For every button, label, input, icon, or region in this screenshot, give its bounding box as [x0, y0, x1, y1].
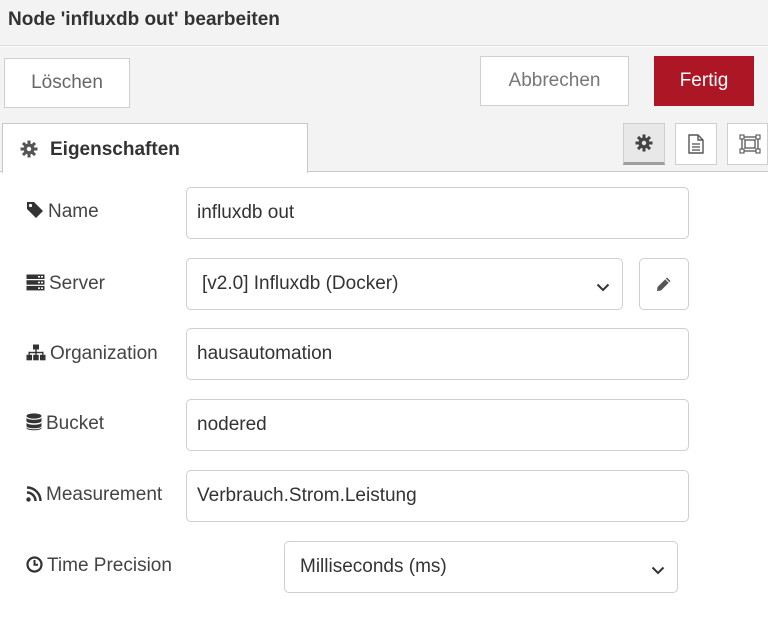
server-label: Server [26, 273, 105, 295]
cancel-button[interactable]: Abbrechen [480, 56, 629, 106]
dialog-titlebar: Node 'influxdb out' bearbeiten [0, 0, 768, 46]
tag-icon [27, 202, 43, 218]
organization-input[interactable] [186, 328, 689, 380]
clock-icon [26, 556, 43, 573]
dialog-title: Node 'influxdb out' bearbeiten [8, 9, 280, 30]
tab-properties[interactable]: Eigenschaften [2, 123, 308, 173]
time-precision-select-value: Milliseconds (ms) [300, 556, 447, 577]
delete-button[interactable]: Löschen [4, 58, 130, 108]
server-icon [26, 274, 45, 291]
dialog-toolbar: Löschen Abbrechen Fertig [0, 47, 768, 118]
bucket-input[interactable] [186, 399, 689, 451]
sitemap-icon [26, 344, 46, 361]
bucket-label: Bucket [26, 413, 104, 435]
rss-icon [26, 486, 42, 502]
done-button[interactable]: Fertig [654, 56, 754, 106]
time-precision-select[interactable]: Milliseconds (ms) [284, 541, 678, 593]
server-select[interactable]: [v2.0] Influxdb (Docker) [186, 258, 623, 310]
server-select-value: [v2.0] Influxdb (Docker) [202, 273, 399, 294]
tab-button-properties[interactable] [623, 123, 665, 165]
name-input[interactable] [186, 187, 689, 239]
measurement-input[interactable] [186, 470, 689, 522]
gear-icon [20, 140, 38, 158]
organization-label: Organization [26, 343, 158, 365]
tab-bar: Eigenschaften [0, 118, 768, 173]
chevron-down-icon [596, 279, 610, 297]
edit-server-button[interactable] [639, 258, 689, 310]
measurement-label: Measurement [26, 484, 162, 506]
time-precision-label: Time Precision [26, 555, 172, 577]
tab-properties-label: Eigenschaften [50, 139, 180, 160]
tab-button-appearance[interactable] [727, 123, 768, 165]
tab-button-description[interactable] [675, 123, 717, 165]
name-label: Name [26, 201, 99, 223]
database-icon [26, 413, 42, 431]
chevron-down-icon [651, 562, 665, 580]
